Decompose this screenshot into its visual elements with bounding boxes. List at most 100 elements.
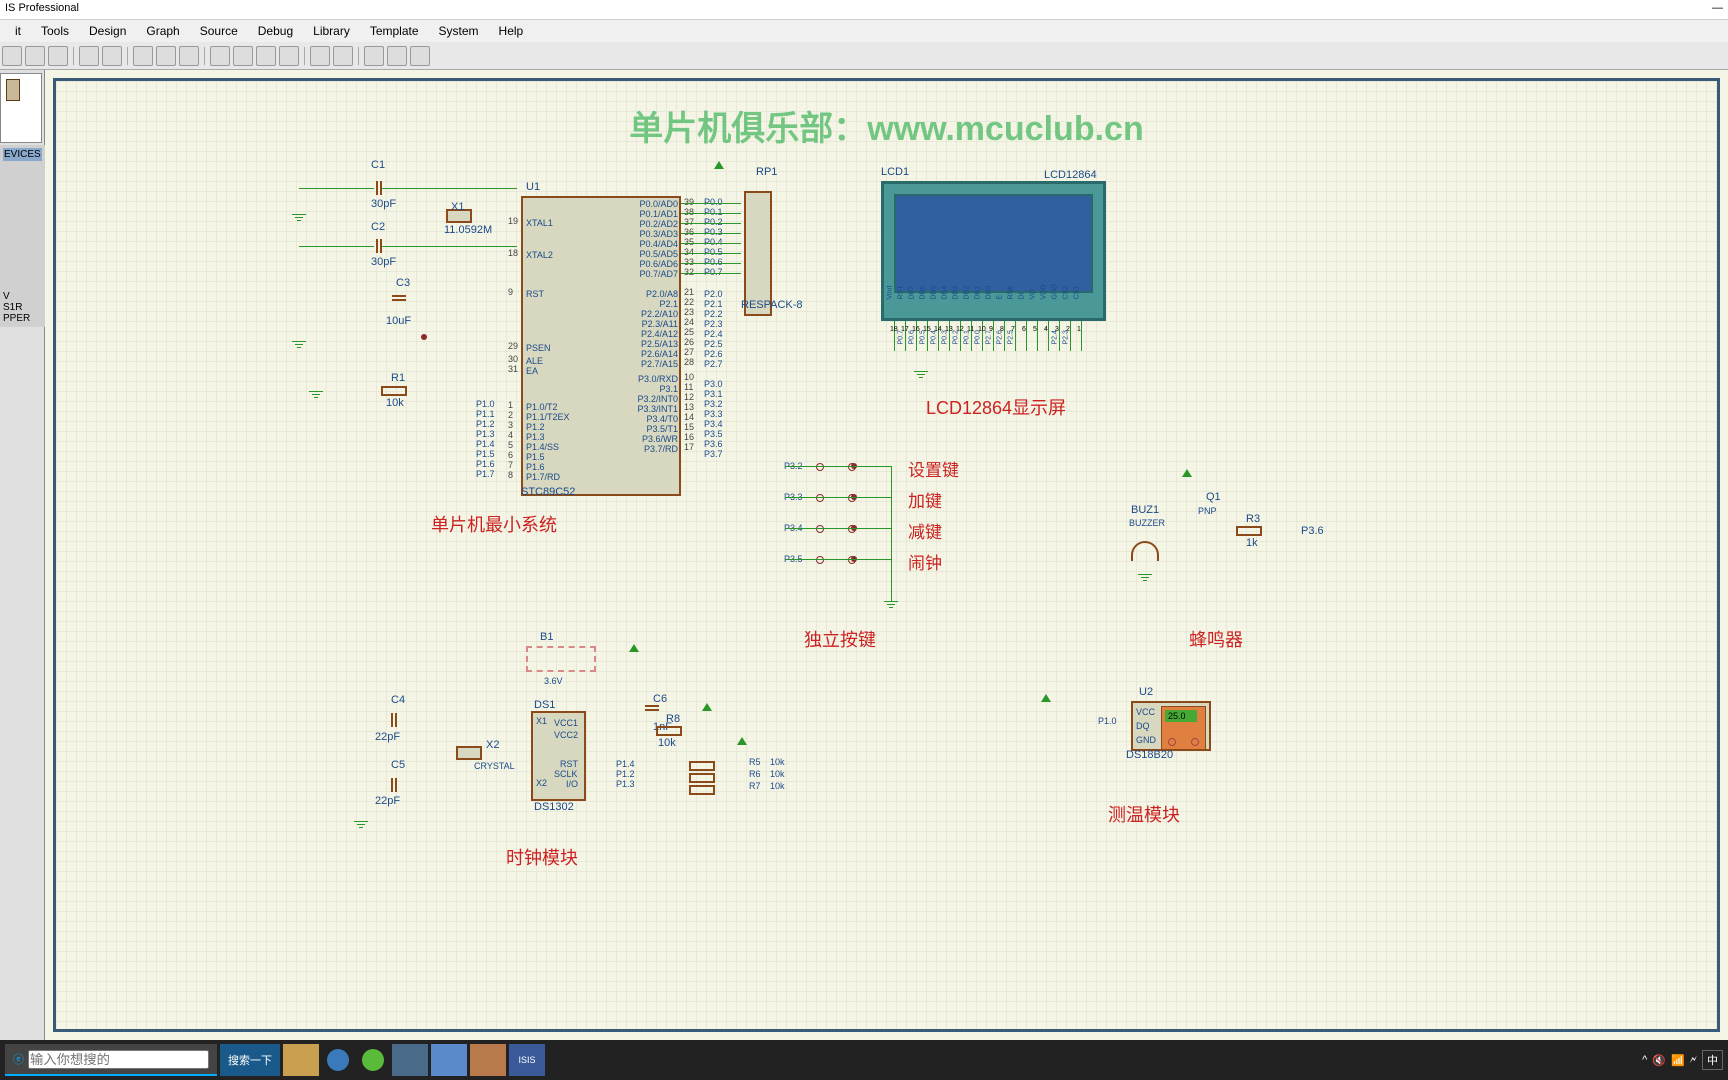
component-b1-selected[interactable] bbox=[526, 646, 596, 672]
component-r8[interactable] bbox=[656, 726, 682, 736]
component-r3[interactable] bbox=[1236, 526, 1262, 536]
menu-debug[interactable]: Debug bbox=[248, 22, 303, 40]
battery-icon[interactable]: 🗲 bbox=[1690, 1054, 1697, 1067]
component-lcd1[interactable] bbox=[881, 181, 1106, 321]
p0-net-label: P0.3 bbox=[704, 227, 723, 237]
wire bbox=[786, 497, 891, 498]
menu-source[interactable]: Source bbox=[190, 22, 248, 40]
p1-net-label: P1.7 bbox=[476, 469, 495, 479]
p0-net-label: P0.5 bbox=[704, 247, 723, 257]
copy-icon[interactable] bbox=[387, 46, 407, 66]
origin-icon[interactable] bbox=[156, 46, 176, 66]
lcd-net-label: P2.7 bbox=[986, 330, 993, 344]
app-icon[interactable] bbox=[392, 1044, 428, 1076]
pin-number: 25 bbox=[684, 327, 694, 337]
menu-graph[interactable]: Graph bbox=[136, 22, 189, 40]
menu-library[interactable]: Library bbox=[303, 22, 360, 40]
paste-icon[interactable] bbox=[410, 46, 430, 66]
u2-dq: DQ bbox=[1136, 721, 1150, 731]
section-clock: 时钟模块 bbox=[506, 844, 578, 870]
zoom-area-icon[interactable] bbox=[102, 46, 122, 66]
lcd-pin-label: DB1 bbox=[975, 286, 982, 300]
zoom-in-icon[interactable] bbox=[210, 46, 230, 66]
component-rp1[interactable] bbox=[744, 191, 772, 316]
menu-tools[interactable]: Tools bbox=[31, 22, 79, 40]
component-r6[interactable] bbox=[689, 773, 715, 783]
pin-number: 9 bbox=[508, 287, 513, 297]
redo-icon[interactable] bbox=[333, 46, 353, 66]
component-c6[interactable] bbox=[645, 705, 659, 711]
grid-icon[interactable] bbox=[133, 46, 153, 66]
component-c3[interactable] bbox=[392, 295, 406, 301]
open-icon[interactable] bbox=[25, 46, 45, 66]
proteus-icon[interactable]: ISIS bbox=[509, 1044, 545, 1076]
left-sidebar: EVICES V S1R PPER bbox=[0, 70, 45, 1040]
component-r1[interactable] bbox=[381, 386, 407, 396]
mcu-pin-right: P3.6/WR bbox=[636, 434, 678, 444]
device-item[interactable]: PPER bbox=[3, 313, 42, 324]
net-label: P2.5 bbox=[704, 339, 723, 349]
component-r5[interactable] bbox=[689, 761, 715, 771]
save-icon[interactable] bbox=[48, 46, 68, 66]
component-r7[interactable] bbox=[689, 785, 715, 795]
app-icon[interactable] bbox=[362, 1049, 384, 1071]
search-input[interactable] bbox=[28, 1050, 209, 1069]
app-icon[interactable] bbox=[470, 1044, 506, 1076]
zoom-sel-icon[interactable] bbox=[279, 46, 299, 66]
menu-system[interactable]: System bbox=[429, 22, 489, 40]
vcc-icon bbox=[737, 737, 747, 745]
speaker-icon[interactable]: 🔇 bbox=[1652, 1054, 1666, 1067]
net-label: P2.0 bbox=[704, 289, 723, 299]
schematic-sheet[interactable]: 单片机俱乐部：www.mcuclub.cn U1 STC89C52 XTAL1 … bbox=[53, 78, 1720, 1032]
cut-icon[interactable] bbox=[364, 46, 384, 66]
pin-number: 1 bbox=[508, 400, 513, 410]
component-c4[interactable] bbox=[391, 713, 397, 727]
zoom-out-icon[interactable] bbox=[233, 46, 253, 66]
minimize-icon[interactable]: — bbox=[1712, 2, 1723, 17]
component-buz1[interactable] bbox=[1131, 541, 1159, 561]
menu-template[interactable]: Template bbox=[360, 22, 429, 40]
ds1-vcc1: VCC1 bbox=[554, 718, 578, 728]
center-icon[interactable] bbox=[179, 46, 199, 66]
lcd-pin-label: DB6 bbox=[920, 286, 927, 300]
lang-indicator[interactable]: 中 bbox=[1702, 1050, 1723, 1070]
device-item[interactable]: S1R bbox=[3, 302, 42, 313]
app-icon[interactable] bbox=[431, 1044, 467, 1076]
component-u2[interactable]: VCC DQ GND 25.0 bbox=[1131, 701, 1211, 751]
device-item[interactable]: V bbox=[3, 291, 42, 302]
net-label: P3.4 bbox=[704, 419, 723, 429]
pin-number: 12 bbox=[684, 392, 694, 402]
lcd-pin-label: Vout bbox=[887, 285, 894, 299]
lcd-pin-label: E bbox=[997, 295, 1004, 300]
c4-val: 22pF bbox=[375, 731, 400, 743]
search-button[interactable]: 搜索一下 bbox=[220, 1044, 280, 1076]
gnd-icon bbox=[354, 821, 368, 822]
schematic-canvas[interactable]: 单片机俱乐部：www.mcuclub.cn U1 STC89C52 XTAL1 … bbox=[45, 70, 1728, 1040]
lcd-pin-label: DI bbox=[1019, 293, 1026, 300]
wifi-icon[interactable]: 📶 bbox=[1671, 1054, 1685, 1067]
r8-val: 10k bbox=[658, 737, 676, 749]
lcd-net-label: P0.7 bbox=[898, 330, 905, 344]
browser-icon[interactable] bbox=[327, 1049, 349, 1071]
menu-design[interactable]: Design bbox=[79, 22, 136, 40]
menu-help[interactable]: Help bbox=[489, 22, 534, 40]
system-tray[interactable]: ^ 🔇 📶 🗲 中 bbox=[1642, 1050, 1723, 1070]
gnd-icon bbox=[884, 601, 898, 602]
x1-val: 11.0592M bbox=[444, 224, 492, 236]
net-label: P2.7 bbox=[704, 359, 723, 369]
up-icon[interactable] bbox=[1191, 738, 1199, 746]
zoom-all-icon[interactable] bbox=[256, 46, 276, 66]
component-c5[interactable] bbox=[391, 778, 397, 792]
new-icon[interactable] bbox=[2, 46, 22, 66]
down-icon[interactable] bbox=[1168, 738, 1176, 746]
section-buzzer: 蜂鸣器 bbox=[1189, 626, 1243, 652]
pin-number: 4 bbox=[508, 430, 513, 440]
undo-icon[interactable] bbox=[310, 46, 330, 66]
print-icon[interactable] bbox=[79, 46, 99, 66]
menu-it[interactable]: it bbox=[5, 22, 31, 40]
chevron-up-icon[interactable]: ^ bbox=[1642, 1054, 1647, 1066]
component-x2[interactable] bbox=[456, 746, 482, 760]
explorer-icon[interactable] bbox=[283, 1044, 319, 1076]
taskbar-edge[interactable]: ⓔ bbox=[5, 1044, 217, 1076]
mcu-pin-left: P1.0/T2 bbox=[526, 402, 558, 412]
